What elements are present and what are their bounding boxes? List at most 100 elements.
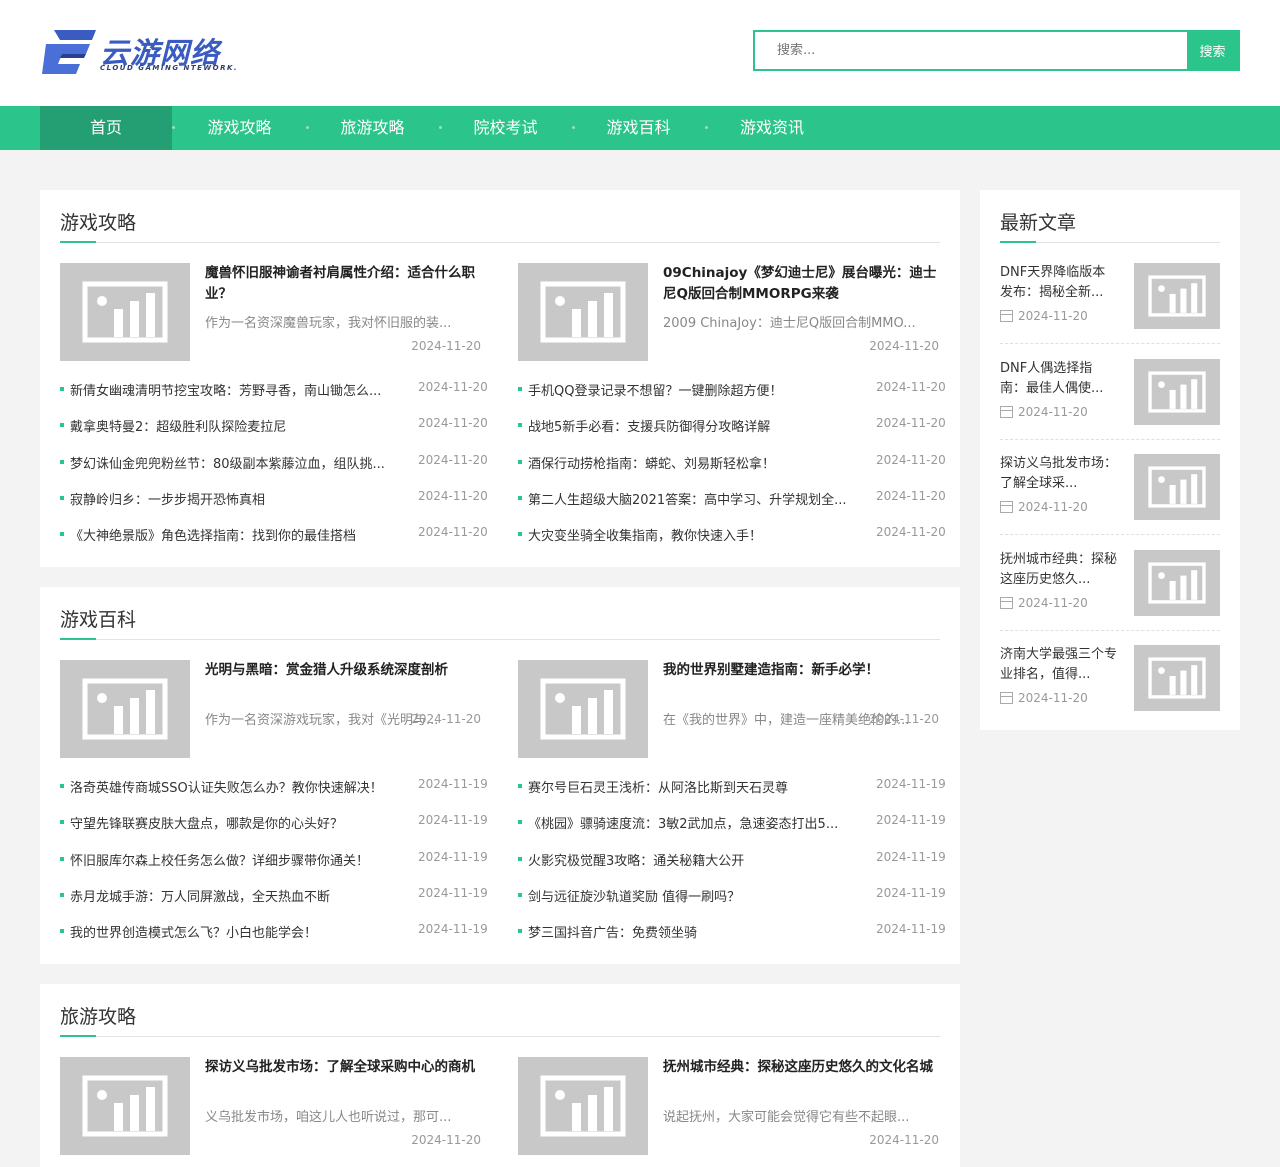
list-item[interactable]: 《大神绝景版》角色选择指南：找到你的最佳搭档 2024-11-20: [60, 525, 488, 544]
list-item-title[interactable]: 戴拿奥特曼2：超级胜利队探险麦拉尼: [70, 416, 408, 435]
featured-article-title[interactable]: 抚州城市经典：探秘这座历史悠久的文化名城: [663, 1057, 941, 1078]
list-item[interactable]: 大灾变坐骑全收集指南，教你快速入手！ 2024-11-20: [518, 525, 946, 544]
image-placeholder-icon: [1148, 657, 1206, 699]
list-item-title[interactable]: 剑与远征旋沙轨道奖励 值得一刷吗？: [528, 886, 866, 905]
list-item[interactable]: 赤月龙城手游：万人同屏激战，全天热血不断 2024-11-19: [60, 886, 488, 905]
list-item-title[interactable]: 《桃园》骠骑速度流：3敏2武加点，急速姿态打出5...: [528, 813, 866, 832]
nav-item-exams[interactable]: 院校考试: [439, 106, 572, 150]
article-thumbnail[interactable]: [518, 660, 648, 758]
article-thumbnail[interactable]: [60, 660, 190, 758]
list-item-date: 2024-11-19: [876, 849, 946, 864]
nav-item-game-guide[interactable]: 游戏攻略: [173, 106, 306, 150]
featured-article-title[interactable]: 魔兽怀旧服神谕者衬肩属性介绍：适合什么职业？: [205, 263, 483, 305]
list-item[interactable]: 第二人生超级大脑2021答案：高中学习、升学规划全... 2024-11-20: [518, 489, 946, 508]
article-thumbnail[interactable]: [518, 1057, 648, 1155]
sidebar-article[interactable]: 探访义乌批发市场：了解全球采... 2024-11-20: [1000, 454, 1220, 522]
sidebar-article-title[interactable]: 抚州城市经典：探秘这座历史悠久...: [1000, 550, 1118, 590]
sidebar-article[interactable]: 抚州城市经典：探秘这座历史悠久... 2024-11-20: [1000, 549, 1220, 618]
list-item-title[interactable]: 梦幻诛仙金兜兜粉丝节：80级副本紫藤泣血，组队挑...: [70, 453, 408, 472]
section-title[interactable]: 旅游攻略: [60, 1002, 136, 1029]
list-item-title[interactable]: 火影究极觉醒3攻略：通关秘籍大公开: [528, 850, 866, 869]
list-bullet: [518, 929, 522, 934]
list-item-title[interactable]: 赤月龙城手游：万人同屏激战，全天热血不断: [70, 886, 408, 905]
nav-item-travel-guide[interactable]: 旅游攻略: [306, 106, 439, 150]
sidebar-article[interactable]: DNF人偶选择指南：最佳人偶使... 2024-11-20: [1000, 358, 1220, 427]
list-item-title[interactable]: 酒保行动捞枪指南：蟒蛇、刘易斯轻松拿！: [528, 453, 866, 472]
sidebar-article-title[interactable]: 济南大学最强三个专业排名，值得...: [1000, 645, 1118, 685]
list-item[interactable]: 新倩女幽魂清明节挖宝攻略：芳野寻香，南山锄怎么... 2024-11-20: [60, 380, 488, 399]
sidebar-article-thumbnail[interactable]: [1134, 454, 1220, 520]
list-item[interactable]: 剑与远征旋沙轨道奖励 值得一刷吗？ 2024-11-19: [518, 886, 946, 905]
list-item[interactable]: 怀旧服库尔森上校任务怎么做？详细步骤带你通关！ 2024-11-19: [60, 850, 488, 869]
list-item[interactable]: 我的世界创造模式怎么飞？小白也能学会！ 2024-11-19: [60, 922, 488, 941]
sidebar-article-title[interactable]: DNF天界降临版本发布：揭秘全新...: [1000, 263, 1118, 303]
list-item-title[interactable]: 梦三国抖音广告：免费领坐骑: [528, 922, 866, 941]
list-item[interactable]: 赛尔号巨石灵王浅析：从阿洛比斯到天石灵尊 2024-11-19: [518, 777, 946, 796]
nav-item-game-news[interactable]: 游戏资讯: [705, 106, 839, 150]
section-title[interactable]: 游戏百科: [60, 605, 136, 632]
sidebar-article-thumbnail[interactable]: [1134, 358, 1220, 425]
list-bullet: [518, 820, 522, 825]
featured-article-title[interactable]: 我的世界别墅建造指南：新手必学！: [663, 660, 941, 681]
list-bullet: [60, 459, 64, 464]
sidebar-article[interactable]: DNF天界降临版本发布：揭秘全新... 2024-11-20: [1000, 263, 1220, 331]
article-thumbnail[interactable]: [60, 1057, 190, 1155]
list-item[interactable]: 战地5新手必看：支援兵防御得分攻略详解 2024-11-20: [518, 416, 946, 435]
site-logo[interactable]: 云游网络 CLOUD GAMING NTEWORK.: [40, 28, 240, 80]
list-bullet: [518, 387, 522, 391]
list-item-date: 2024-11-20: [876, 525, 946, 540]
list-item-title[interactable]: 《大神绝景版》角色选择指南：找到你的最佳搭档: [70, 525, 408, 544]
featured-article-title[interactable]: 09Chinajoy《梦幻迪士尼》展台曝光：迪士尼Q版回合制MMORPG来袭: [663, 263, 941, 305]
list-item[interactable]: 酒保行动捞枪指南：蟒蛇、刘易斯轻松拿！ 2024-11-20: [518, 453, 946, 472]
list-item-title[interactable]: 大灾变坐骑全收集指南，教你快速入手！: [528, 525, 866, 544]
list-item-title[interactable]: 怀旧服库尔森上校任务怎么做？详细步骤带你通关！: [70, 850, 408, 869]
list-item-title[interactable]: 洛奇英雄传商城SSO认证失败怎么办？教你快速解决！: [70, 777, 408, 796]
featured-article-title[interactable]: 探访义乌批发市场：了解全球采购中心的商机: [205, 1057, 483, 1078]
list-item[interactable]: 寂静岭归乡：一步步揭开恐怖真相 2024-11-20: [60, 489, 488, 508]
section-accent: [60, 241, 96, 243]
list-item-title[interactable]: 手机QQ登录记录不想留？一键删除超方便！: [528, 380, 866, 399]
sidebar-article-thumbnail[interactable]: [1134, 263, 1220, 329]
list-item-date: 2024-11-19: [876, 777, 946, 791]
list-item[interactable]: 梦幻诛仙金兜兜粉丝节：80级副本紫藤泣血，组队挑... 2024-11-20: [60, 453, 488, 472]
list-item[interactable]: 梦三国抖音广告：免费领坐骑 2024-11-19: [518, 922, 946, 941]
list-item-title[interactable]: 新倩女幽魂清明节挖宝攻略：芳野寻香，南山锄怎么...: [70, 380, 408, 399]
sidebar-article-thumbnail[interactable]: [1134, 645, 1220, 711]
search-input[interactable]: [755, 32, 1188, 69]
list-bullet: [60, 532, 64, 537]
list-item-title[interactable]: 寂静岭归乡：一步步揭开恐怖真相: [70, 489, 408, 508]
list-item[interactable]: 《桃园》骠骑速度流：3敏2武加点，急速姿态打出5... 2024-11-19: [518, 813, 946, 832]
list-item[interactable]: 手机QQ登录记录不想留？一键删除超方便！ 2024-11-20: [518, 380, 946, 399]
image-placeholder-icon: [1148, 370, 1206, 413]
list-item-title[interactable]: 战地5新手必看：支援兵防御得分攻略详解: [528, 416, 866, 435]
featured-article-date: 2024-11-20: [411, 1133, 481, 1147]
search-button[interactable]: 搜索: [1187, 32, 1238, 69]
list-bullet: [60, 820, 64, 825]
section-title[interactable]: 游戏攻略: [60, 208, 136, 235]
sidebar-article-date-row: 2024-11-20: [1000, 691, 1088, 705]
list-item[interactable]: 戴拿奥特曼2：超级胜利队探险麦拉尼 2024-11-20: [60, 416, 488, 435]
featured-article-date: 2024-11-20: [411, 712, 481, 726]
article-thumbnail[interactable]: [60, 263, 190, 361]
sidebar-article[interactable]: 济南大学最强三个专业排名，值得... 2024-11-20: [1000, 645, 1220, 713]
nav-item-game-wiki[interactable]: 游戏百科: [572, 106, 705, 150]
sidebar-article-date: 2024-11-20: [1018, 500, 1088, 514]
nav-item-home[interactable]: 首页: [40, 106, 172, 150]
list-item[interactable]: 洛奇英雄传商城SSO认证失败怎么办？教你快速解决！ 2024-11-19: [60, 777, 488, 796]
logo-subtitle: CLOUD GAMING NTEWORK.: [100, 64, 239, 72]
list-item-title[interactable]: 第二人生超级大脑2021答案：高中学习、升学规划全...: [528, 489, 866, 508]
logo-mark-icon: [42, 30, 96, 74]
section-accent: [1000, 241, 1036, 243]
sidebar-article-title[interactable]: DNF人偶选择指南：最佳人偶使...: [1000, 359, 1118, 399]
sidebar-article-thumbnail[interactable]: [1134, 549, 1220, 616]
list-item[interactable]: 火影究极觉醒3攻略：通关秘籍大公开 2024-11-19: [518, 850, 946, 869]
list-item-title[interactable]: 守望先锋联赛皮肤大盘点，哪款是你的心头好？: [70, 813, 408, 832]
sidebar-article-date: 2024-11-20: [1018, 309, 1088, 323]
featured-article-title[interactable]: 光明与黑暗：赏金猎人升级系统深度剖析: [205, 660, 483, 681]
list-item-title[interactable]: 赛尔号巨石灵王浅析：从阿洛比斯到天石灵尊: [528, 777, 866, 796]
sidebar-article-title[interactable]: 探访义乌批发市场：了解全球采...: [1000, 454, 1118, 494]
list-item[interactable]: 守望先锋联赛皮肤大盘点，哪款是你的心头好？ 2024-11-19: [60, 813, 488, 832]
list-item-title[interactable]: 我的世界创造模式怎么飞？小白也能学会！: [70, 922, 408, 941]
article-thumbnail[interactable]: [518, 263, 648, 361]
featured-article-date: 2024-11-20: [869, 712, 939, 726]
